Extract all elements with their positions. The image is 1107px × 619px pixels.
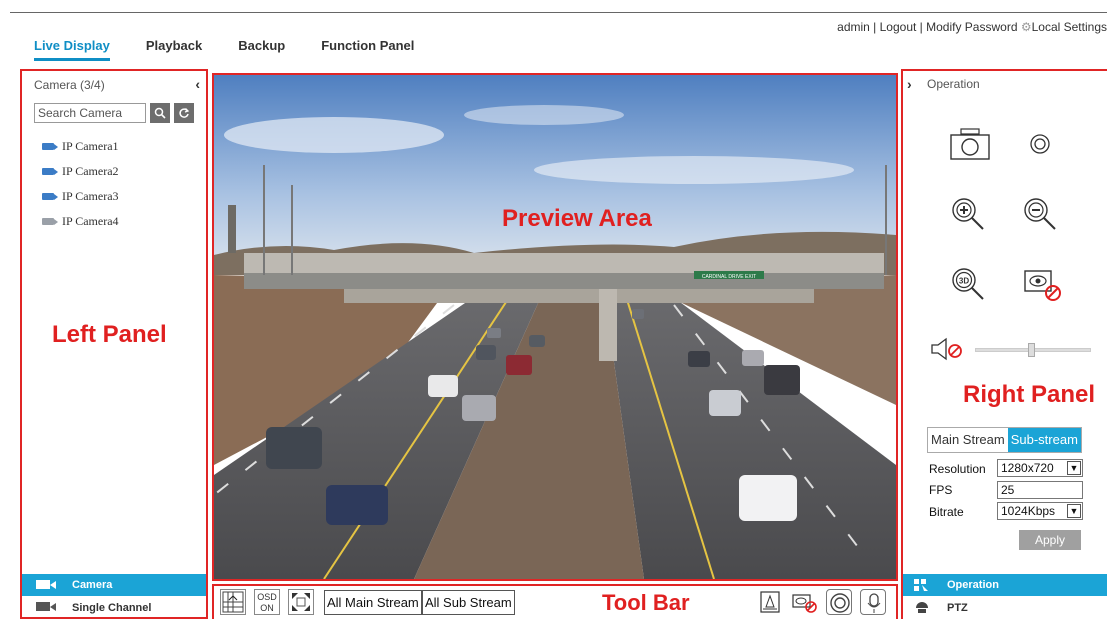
list-item-camera1[interactable]: IP Camera1 (42, 134, 119, 159)
operation-header: Operation (927, 77, 980, 91)
svg-text:3D: 3D (959, 277, 969, 286)
tab-playback[interactable]: Playback (146, 38, 202, 61)
camera-tab[interactable]: Camera (22, 574, 206, 596)
tab-live-display[interactable]: Live Display (34, 38, 110, 61)
right-panel: › Operation 3D Right Panel Main Stream S… (901, 69, 1107, 619)
resolution-value: 1280x720 (1001, 461, 1054, 475)
user-links: admin | Logout | Modify Password ⚙Local … (837, 20, 1107, 34)
highway-video-feed: CARDINAL DRIVE EXIT (214, 75, 896, 579)
fps-field[interactable]: 25 (997, 481, 1083, 499)
all-sub-stream-button[interactable]: All Sub Stream (422, 590, 515, 615)
list-item-camera2[interactable]: IP Camera2 (42, 159, 119, 184)
camera-label: IP Camera1 (62, 139, 119, 153)
fullscreen-icon[interactable] (288, 589, 314, 615)
volume-slider-handle[interactable] (1028, 343, 1035, 357)
ptz-tab-label: PTZ (947, 602, 968, 614)
resolution-label: Resolution (929, 462, 986, 476)
sequence-camera-icon (36, 602, 56, 611)
main-nav: Live Display Playback Backup Function Pa… (34, 38, 450, 61)
preview-area[interactable]: CARDINAL DRIVE EXIT Preview Area (212, 73, 898, 581)
camera-label: IP Camera2 (62, 164, 119, 178)
search-icon[interactable] (150, 103, 170, 123)
preview-area-annotation: Preview Area (502, 205, 652, 232)
osd-state: ON (260, 603, 274, 613)
operation-tab-label: Operation (947, 579, 999, 591)
tool-bar-annotation: Tool Bar (602, 590, 690, 615)
bitrate-select[interactable]: 1024Kbps ▼ (997, 502, 1083, 520)
local-settings-link[interactable]: Local Settings (1032, 20, 1107, 34)
list-item-camera3[interactable]: IP Camera3 (42, 184, 119, 209)
sequences-tab-label: Single Channel Sequences (72, 602, 152, 614)
record-icon[interactable] (1029, 133, 1051, 155)
tab-main-stream[interactable]: Main Stream (928, 428, 1008, 452)
disable-mask-icon[interactable] (1021, 267, 1063, 303)
left-panel: Camera (3/4) ‹ IP Camera1 IP Camera2 IP … (20, 69, 208, 619)
mute-icon[interactable] (929, 337, 965, 361)
camera-online-icon (42, 168, 58, 175)
volume-slider[interactable] (975, 343, 1091, 357)
record-icon[interactable] (826, 589, 852, 615)
tab-sub-stream[interactable]: Sub-stream (1007, 428, 1081, 452)
camera-online-icon (42, 143, 58, 150)
camera-tab-label: Camera (72, 579, 113, 591)
manual-alarm-icon[interactable] (757, 589, 783, 615)
stream-tabs: Main Stream Sub-stream (927, 427, 1082, 453)
highway-sign-text: CARDINAL DRIVE EXIT (702, 274, 756, 280)
camera-list: IP Camera1 IP Camera2 IP Camera3 IP Came… (42, 134, 119, 234)
osd-label: OSD (257, 592, 277, 602)
camera-count-header: Camera (3/4) (34, 78, 105, 92)
fps-label: FPS (929, 483, 953, 497)
chevron-down-icon[interactable]: ▼ (1067, 504, 1081, 518)
collapse-left-icon[interactable]: ‹ (195, 76, 200, 92)
microphone-icon[interactable] (860, 589, 886, 615)
video-camera-icon (36, 580, 56, 589)
bitrate-label: Bitrate (929, 505, 964, 519)
bitrate-value: 1024Kbps (1001, 504, 1056, 518)
right-panel-annotation: Right Panel (963, 381, 1096, 408)
modify-password-link[interactable]: Modify Password (926, 20, 1017, 34)
logout-link[interactable]: Logout | (880, 20, 923, 34)
all-main-stream-button[interactable]: All Main Stream (324, 590, 422, 615)
expand-right-icon[interactable]: › (907, 76, 912, 92)
camera-offline-icon (42, 218, 58, 225)
ptz-tab[interactable]: PTZ (903, 598, 1107, 618)
chevron-down-icon[interactable]: ▼ (1067, 461, 1081, 475)
fps-value: 25 (1001, 483, 1015, 497)
top-divider (10, 12, 1107, 13)
camera-label: IP Camera4 (62, 214, 119, 228)
osd-toggle-button[interactable]: OSD ON (254, 589, 280, 615)
ptz-dome-icon (916, 602, 928, 613)
username: admin | (837, 20, 877, 34)
snapshot-icon[interactable] (949, 127, 991, 161)
camera-online-icon (42, 193, 58, 200)
operation-tab[interactable]: Operation (903, 574, 1107, 596)
operation-icon (914, 579, 928, 591)
refresh-icon[interactable] (174, 103, 194, 123)
list-item-camera4[interactable]: IP Camera4 (42, 209, 119, 234)
3d-zoom-icon[interactable]: 3D (949, 265, 987, 303)
resolution-select[interactable]: 1280x720 ▼ (997, 459, 1083, 477)
tab-function-panel[interactable]: Function Panel (321, 38, 414, 61)
left-panel-annotation: Left Panel (52, 321, 167, 348)
screen-layout-icon[interactable] (220, 589, 246, 615)
zoom-out-icon[interactable] (1021, 195, 1059, 233)
tab-backup[interactable]: Backup (238, 38, 285, 61)
single-channel-sequences-tab[interactable]: Single Channel Sequences (22, 598, 206, 618)
top-bar: admin | Logout | Modify Password ⚙Local … (0, 0, 1107, 64)
zoom-in-icon[interactable] (949, 195, 987, 233)
disable-mask-icon[interactable] (790, 589, 817, 615)
gear-icon[interactable]: ⚙ (1021, 20, 1032, 34)
camera-label: IP Camera3 (62, 189, 119, 203)
search-camera-input[interactable] (34, 103, 146, 123)
apply-button[interactable]: Apply (1019, 530, 1081, 550)
tool-bar: OSD ON All Main Stream All Sub Stream To… (212, 584, 898, 619)
